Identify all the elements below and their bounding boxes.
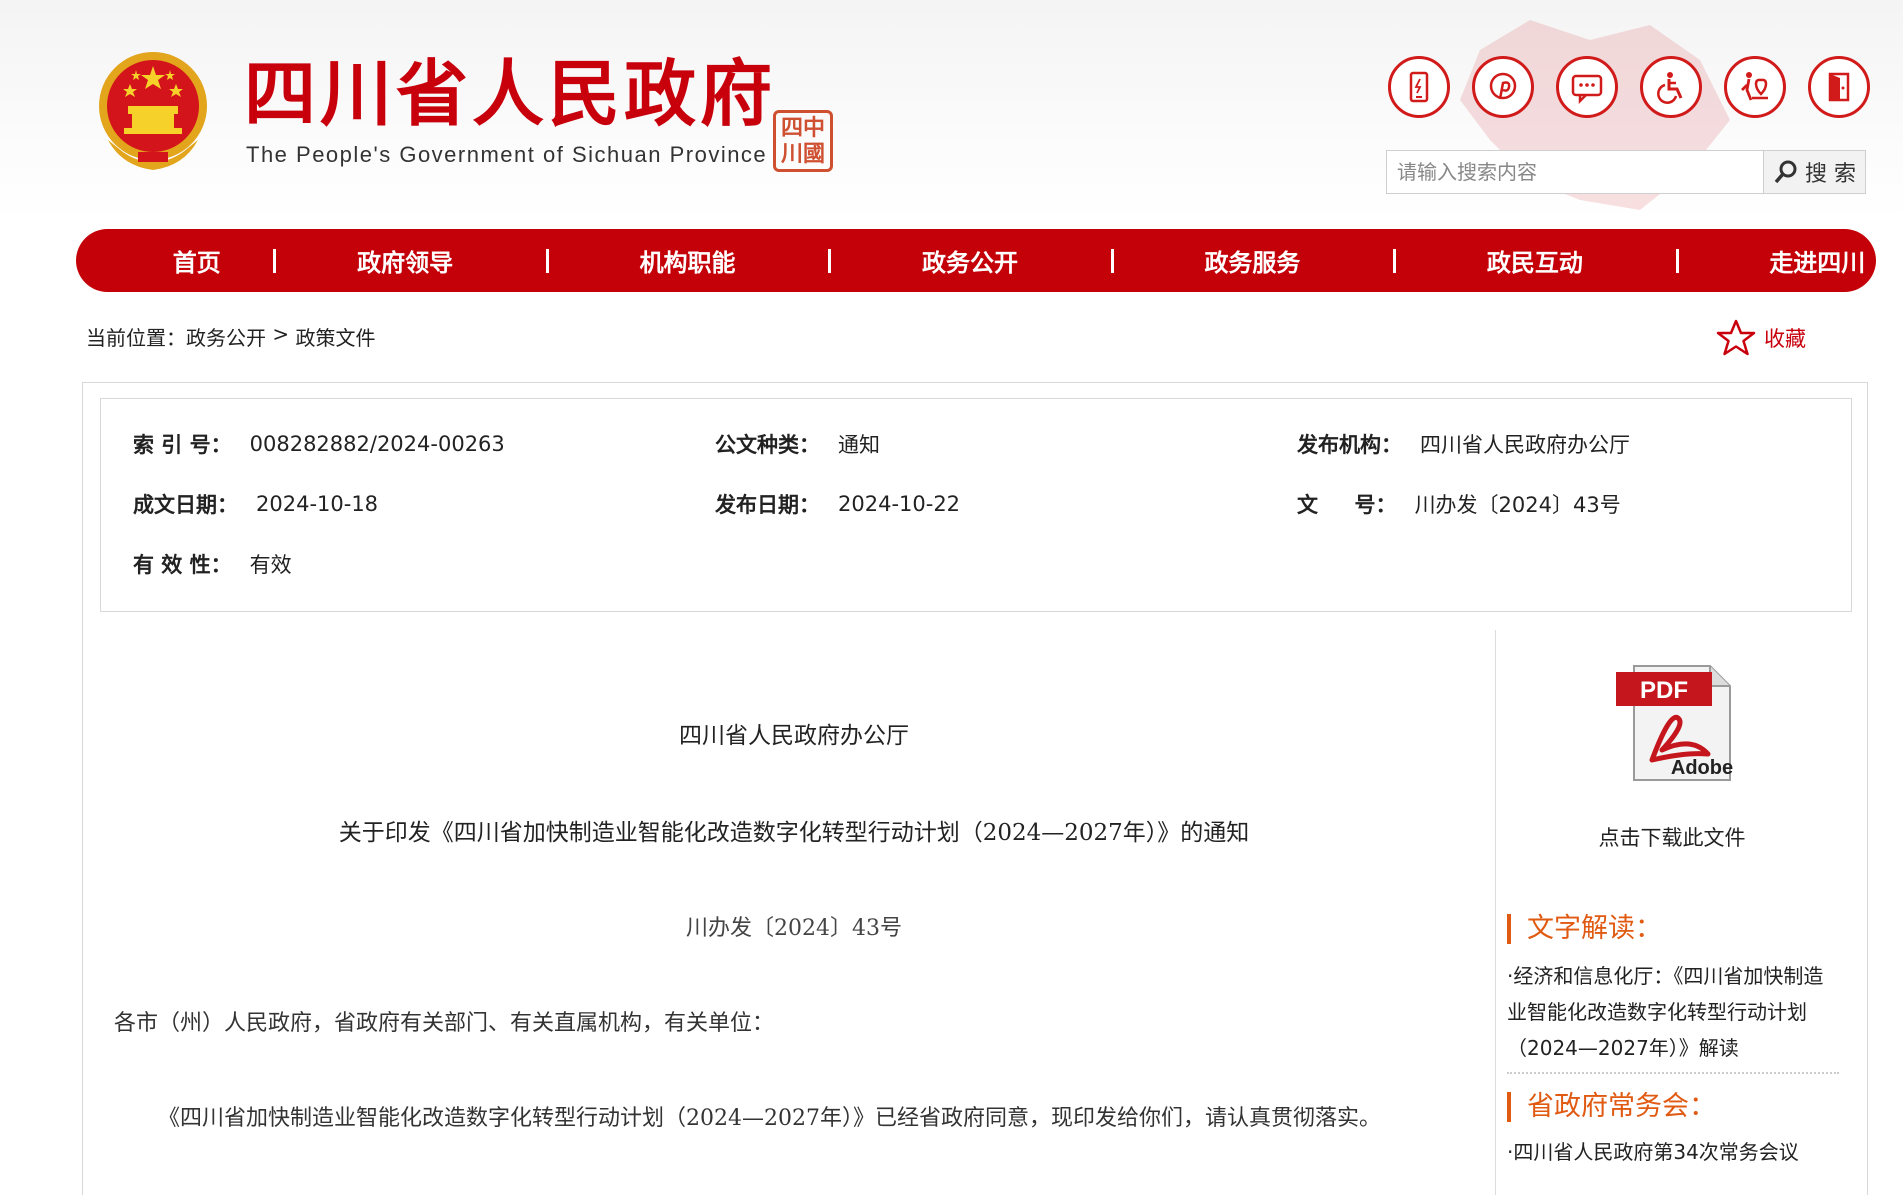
meta-value: 川办发〔2024〕43号 — [1414, 493, 1621, 517]
seal-char: 國 — [803, 141, 826, 167]
nav-separator — [273, 248, 277, 273]
document-recipient: 各市（州）人民政府，省政府有关部门、有关直属机构，有关单位： — [114, 1011, 775, 1036]
document-body: 《四川省加快制造业智能化改造数字化转型行动计划（2024—2027年）》已经省政… — [158, 1106, 1381, 1131]
executive-meeting-heading: 省政府常务会： — [1507, 1092, 1716, 1122]
meta-value: 有效 — [249, 553, 292, 577]
interpretation-heading: 文字解读： — [1507, 914, 1662, 944]
document-number: 川办发〔2024〕43号 — [686, 916, 902, 941]
nav-item-functions[interactable]: 机构职能 — [629, 243, 746, 278]
mobile-icon — [1409, 71, 1429, 103]
meta-publisher: 发布机构： 四川省人民政府办公厅 — [1297, 429, 1630, 459]
document-title: 关于印发《四川省加快制造业智能化改造数字化转型行动计划（2024—2027年）》… — [338, 820, 1250, 846]
meta-published-date: 发布日期： 2024-10-22 — [715, 489, 960, 519]
breadcrumb-prefix: 当前位置： — [86, 326, 186, 350]
seal-char: 四 — [780, 115, 803, 141]
pdf-download-icon[interactable]: PDF Adobe — [1612, 662, 1736, 784]
meta-value: 四川省人民政府办公厅 — [1420, 433, 1630, 457]
pinterest-button[interactable] — [1472, 56, 1534, 118]
nav-separator — [545, 248, 549, 273]
star-icon — [1716, 319, 1756, 356]
china-seal-logo: 四 中 川 國 — [773, 110, 833, 172]
sidebar-divider — [1495, 630, 1496, 1195]
meta-doc-type: 公文种类： 通知 — [715, 429, 880, 459]
meta-value: 通知 — [838, 433, 880, 457]
seal-char: 川 — [780, 141, 803, 167]
exit-button[interactable] — [1808, 56, 1870, 118]
meta-label: 索 引 号： — [133, 433, 232, 457]
meta-label: 发布机构： — [1297, 433, 1402, 457]
main-nav: 首页 政府领导 机构职能 政务公开 政务服务 政民互动 走进四川 — [76, 229, 1876, 292]
breadcrumb: 当前位置： 政务公开 > 政策文件 — [86, 322, 375, 351]
meta-row: 成文日期： 2024-10-18 发布日期： 2024-10-22 文 号： 川… — [101, 489, 1851, 519]
nav-separator — [1110, 248, 1114, 273]
nav-item-home[interactable]: 首页 — [136, 243, 257, 278]
search-button[interactable]: 搜 索 — [1763, 151, 1865, 193]
meta-row: 索 引 号： 008282882/2024-00263 公文种类： 通知 发布机… — [101, 429, 1851, 459]
nav-item-services[interactable]: 政务服务 — [1194, 243, 1311, 278]
search-input[interactable] — [1387, 151, 1763, 193]
sidebar-dotted-divider — [1507, 1072, 1839, 1074]
header-tools — [1388, 56, 1870, 118]
nav-item-about-sichuan[interactable]: 走进四川 — [1759, 243, 1876, 278]
breadcrumb-separator: > — [266, 322, 296, 346]
message-button[interactable] — [1556, 56, 1618, 118]
meta-label: 公文种类： — [715, 433, 820, 457]
nav-separator — [1675, 248, 1679, 273]
meta-value: 008282882/2024-00263 — [249, 432, 505, 456]
seal-char: 中 — [803, 115, 826, 141]
meta-value: 2024-10-22 — [838, 492, 961, 516]
document-metadata: 索 引 号： 008282882/2024-00263 公文种类： 通知 发布机… — [100, 398, 1852, 612]
nav-item-interaction[interactable]: 政民互动 — [1476, 243, 1593, 278]
national-emblem-icon[interactable] — [92, 48, 214, 174]
pdf-badge-label: PDF — [1640, 677, 1688, 704]
search-bar: 搜 索 — [1386, 150, 1866, 194]
site-title: 四川省人民政府 — [244, 52, 777, 136]
meta-validity: 有 效 性： 有效 — [133, 549, 292, 579]
interpretation-link[interactable]: ·经济和信息化厅：《四川省加快制造业智能化改造数字化转型行动计划（2024—20… — [1507, 958, 1839, 1066]
nav-item-open-affairs[interactable]: 政务公开 — [911, 243, 1028, 278]
site-subtitle: The People's Government of Sichuan Provi… — [246, 142, 768, 167]
elderly-care-button[interactable] — [1724, 56, 1786, 118]
meta-label: 成文日期： — [133, 493, 238, 517]
meta-doc-number: 文 号： 川办发〔2024〕43号 — [1297, 489, 1621, 519]
message-icon — [1571, 74, 1603, 104]
meta-index: 索 引 号： 008282882/2024-00263 — [133, 429, 505, 459]
meta-created-date: 成文日期： 2024-10-18 — [133, 489, 378, 519]
meta-label: 文 号： — [1297, 493, 1397, 517]
meta-value: 2024-10-18 — [256, 492, 379, 516]
breadcrumb-link-open-affairs[interactable]: 政务公开 — [186, 322, 266, 351]
document-issuer: 四川省人民政府办公厅 — [679, 723, 909, 749]
meta-row: 有 效 性： 有效 — [101, 549, 1851, 579]
search-icon — [1774, 160, 1797, 184]
download-file-link[interactable]: 点击下载此文件 — [1500, 822, 1844, 852]
nav-separator — [1393, 248, 1397, 273]
meta-label: 有 效 性： — [133, 553, 232, 577]
pinterest-icon — [1489, 72, 1517, 100]
nav-item-leaders[interactable]: 政府领导 — [346, 243, 463, 278]
mobile-button[interactable] — [1388, 56, 1450, 118]
exit-icon — [1828, 72, 1850, 102]
accessibility-icon — [1657, 72, 1683, 104]
search-button-label: 搜 索 — [1805, 162, 1856, 187]
elderly-care-icon — [1741, 72, 1768, 101]
accessibility-button[interactable] — [1640, 56, 1702, 118]
favorite-button[interactable]: 收藏 — [1716, 318, 1806, 358]
favorite-label: 收藏 — [1764, 327, 1806, 351]
adobe-label: Adobe — [1671, 757, 1733, 779]
executive-meeting-link[interactable]: ·四川省人民政府第34次常务会议 — [1507, 1134, 1839, 1170]
meta-label: 发布日期： — [715, 493, 820, 517]
nav-separator — [828, 248, 832, 273]
breadcrumb-link-policy-docs[interactable]: 政策文件 — [295, 322, 375, 351]
